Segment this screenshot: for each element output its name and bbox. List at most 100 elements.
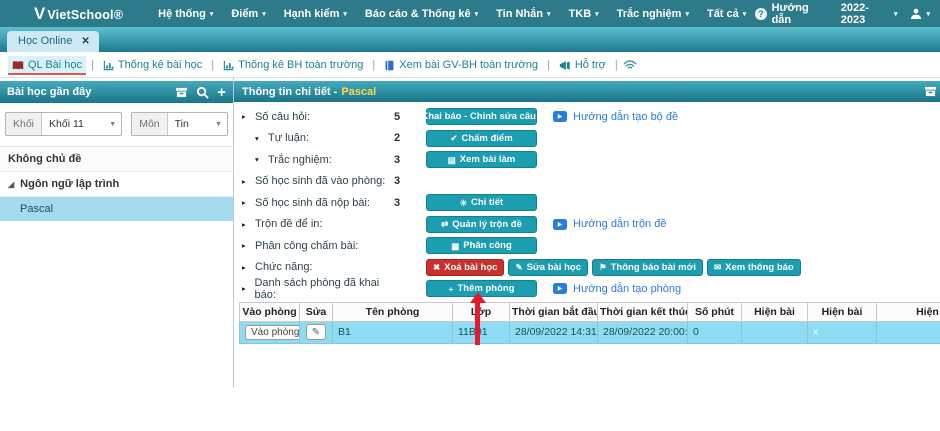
user-menu[interactable]: ▾ [910, 8, 930, 20]
toolbar-link-label: Thống kê bài học [118, 59, 202, 71]
phan-cong-button[interactable]: ▦ Phân công [426, 237, 537, 254]
logo-text: VietSchool® [47, 8, 123, 22]
chevron-down-icon: ▾ [926, 10, 930, 18]
huong-dan-tao-phong-link[interactable]: ▶Hướng dẫn tạo phòng [553, 283, 681, 295]
menu-trac-nghiem[interactable]: Trắc nghiệm▾ [608, 8, 698, 20]
menu-tat-ca[interactable]: Tất cả▾ [698, 8, 755, 20]
vietschool-logo[interactable]: V VietSchool® [34, 5, 123, 22]
arrow-right-icon: ▸ [242, 112, 250, 121]
bell-icon: ⚑ [599, 263, 607, 272]
thong-bao-bai-moi-button[interactable]: ⚑ Thông báo bài mới [592, 259, 703, 276]
khai-bao-chinh-sua-button[interactable]: ✎Khai báo - Chỉnh sửa câu hỏi [426, 108, 537, 125]
toolbar-link-thong-ke-bai-hoc[interactable]: Thống kê bài học [99, 56, 206, 73]
help-link[interactable]: ? Hướng dẫn [755, 2, 827, 26]
chevron-down-icon: ▼ [215, 121, 222, 128]
close-icon[interactable]: ✕ [81, 36, 89, 47]
lesson-item-pascal[interactable]: Pascal [0, 197, 233, 221]
toolbar-link-ql-bai-hoc[interactable]: QL Bài học [8, 56, 86, 73]
tab-hoc-online[interactable]: Học Online ✕ [7, 31, 99, 52]
separator: | [615, 59, 618, 71]
chart-icon [103, 60, 114, 71]
xem-bai-lam-button[interactable]: ▤Xem bài làm [426, 151, 537, 168]
khoi-select[interactable]: Khối 11 ▼ [42, 113, 121, 135]
sidebar-header: Bài học gần đây + [0, 81, 233, 103]
detail-row-hs-nop-bai: ▸Số học sinh đã nộp bài: 3 ✳Chi tiết [242, 192, 940, 214]
button-label: Phân công [463, 240, 512, 251]
menu-bao-cao-thong-ke[interactable]: Báo cáo & Thống kê ▾ [356, 8, 487, 20]
tab-label: Học Online [18, 35, 72, 47]
menu-tkb[interactable]: TKB▾ [560, 8, 608, 20]
link-label: Hướng dẫn trộn đề [573, 218, 666, 230]
separator: | [211, 59, 214, 71]
tab-bar: Học Online ✕ [0, 27, 940, 52]
menu-tin-nhan[interactable]: Tin Nhắn▾ [487, 8, 559, 20]
menu-label: Điểm [231, 8, 258, 20]
group-label: Ngôn ngữ lập trình [20, 178, 119, 190]
chi-tiet-button[interactable]: ✳Chi tiết [426, 194, 537, 211]
lessons-sidebar: Bài học gần đây + Khối Khối 11 ▼ Môn [0, 78, 234, 388]
vietschool-app: V VietSchool® Hệ thống▾ Điểm▾ Hạnh kiểm▾… [0, 0, 940, 431]
add-lesson-icon[interactable]: + [217, 85, 226, 100]
archive-box-icon[interactable] [175, 87, 188, 98]
xem-thong-bao-button[interactable]: ✉ Xem thông báo [707, 259, 801, 276]
menu-hanh-kiem[interactable]: Hạnh kiểm▾ [275, 8, 356, 20]
xoa-bai-hoc-button[interactable]: ✖Xoá bài học [426, 259, 504, 276]
archive-box-icon[interactable] [924, 86, 937, 97]
wifi-icon[interactable] [623, 59, 637, 71]
top-navigation-bar: V VietSchool® Hệ thống▾ Điểm▾ Hạnh kiểm▾… [0, 0, 940, 27]
menu-label: Trắc nghiệm [617, 8, 682, 20]
comment-icon: ✉ [714, 263, 721, 272]
detail-row-tron-de: ▸Trộn đề để in: ⇄Quản lý trộn đề ▶Hướng … [242, 214, 940, 236]
button-label: Thêm phòng [457, 283, 514, 294]
toolbar-link-thong-ke-bh-toan-truong[interactable]: Thống kê BH toàn trường [219, 56, 367, 73]
table-row[interactable]: Vào phòng ✎ B1 11B01 28/09/2022 14:31:00… [240, 321, 940, 343]
button-label: Xem thông báo [725, 262, 794, 273]
toolbar-link-ho-tro[interactable]: Hỗ trợ [555, 56, 610, 73]
detail-row-tu-luan: ▾Tự luận: 2 ✔Chấm điểm [242, 128, 940, 150]
chevron-down-icon: ▾ [475, 10, 479, 18]
detail-value: 3 [394, 154, 426, 166]
quan-ly-tron-de-button[interactable]: ⇄Quản lý trộn đề [426, 216, 537, 233]
cell-so-phut: 0 [688, 321, 742, 343]
edit-room-icon[interactable]: ✎ [306, 324, 326, 340]
col-lop: Lớp [453, 302, 510, 321]
vao-phong-button[interactable]: Vào phòng [245, 325, 300, 340]
toolbar-link-xem-bai-gv-bh[interactable]: Xem bài GV-BH toàn trường [380, 56, 542, 73]
menu-label: Tất cả [707, 8, 739, 20]
detail-row-so-cau-hoi: ▸Số câu hỏi: 5 ✎Khai báo - Chỉnh sửa câu… [242, 106, 940, 128]
detail-label: Số câu hỏi: [255, 111, 310, 123]
them-phong-button[interactable]: +Thêm phòng [426, 280, 537, 297]
school-year-selector[interactable]: 2022-2023 ▾ [841, 2, 898, 26]
huong-dan-tao-bo-de-link[interactable]: ▶Hướng dẫn tạo bộ đề [553, 111, 678, 123]
mon-select[interactable]: Tin ▼ [168, 113, 227, 135]
detail-panel: Thông tin chi tiết - Pascal ▸Số câu hỏi:… [234, 78, 940, 388]
rooms-table-wrap: Vào phòng Sửa Tên phòng Lớp Thời gian bắ… [239, 302, 940, 344]
video-play-icon: ▶ [553, 283, 567, 294]
sua-bai-hoc-button[interactable]: ✎Sửa bài học [508, 259, 588, 276]
chevron-down-icon: ▾ [894, 10, 898, 18]
grid-icon: ▦ [451, 242, 459, 251]
cell-lop: 11B01 [453, 321, 510, 343]
help-label: Hướng dẫn [772, 2, 828, 26]
col-hien-bai-1: Hiện bài [742, 302, 808, 321]
search-icon[interactable] [196, 86, 209, 99]
huong-dan-tron-de-link[interactable]: ▶Hướng dẫn trộn đề [553, 218, 666, 230]
menu-diem[interactable]: Điểm▾ [222, 8, 274, 20]
chevron-down-icon: ▾ [685, 10, 689, 18]
group-ngon-ngu-lap-trinh[interactable]: ◢ Ngôn ngữ lập trình [0, 172, 233, 197]
menu-he-thong[interactable]: Hệ thống▾ [149, 8, 222, 20]
detail-row-danh-sach-phong: ▸Danh sách phòng đã khai báo: +Thêm phòn… [242, 278, 940, 300]
separator: | [547, 59, 550, 71]
menu-label: Báo cáo & Thống kê [365, 8, 471, 20]
col-so-phut: Số phút [688, 302, 742, 321]
button-label: Chi tiết [471, 197, 503, 208]
cham-diem-button[interactable]: ✔Chấm điểm [426, 130, 537, 147]
cell-start: 28/09/2022 14:31:00 [510, 321, 598, 343]
chevron-down-icon: ▾ [547, 10, 551, 18]
button-label: Thông báo bài mới [611, 262, 696, 273]
menu-label: Hạnh kiểm [284, 8, 340, 20]
detail-label: Danh sách phòng đã khai báo: [254, 277, 394, 301]
logo-v-icon: V [34, 5, 45, 22]
group-khong-chu-de[interactable]: Không chủ đề [0, 147, 233, 172]
button-label: Quản lý trộn đề [452, 219, 522, 230]
